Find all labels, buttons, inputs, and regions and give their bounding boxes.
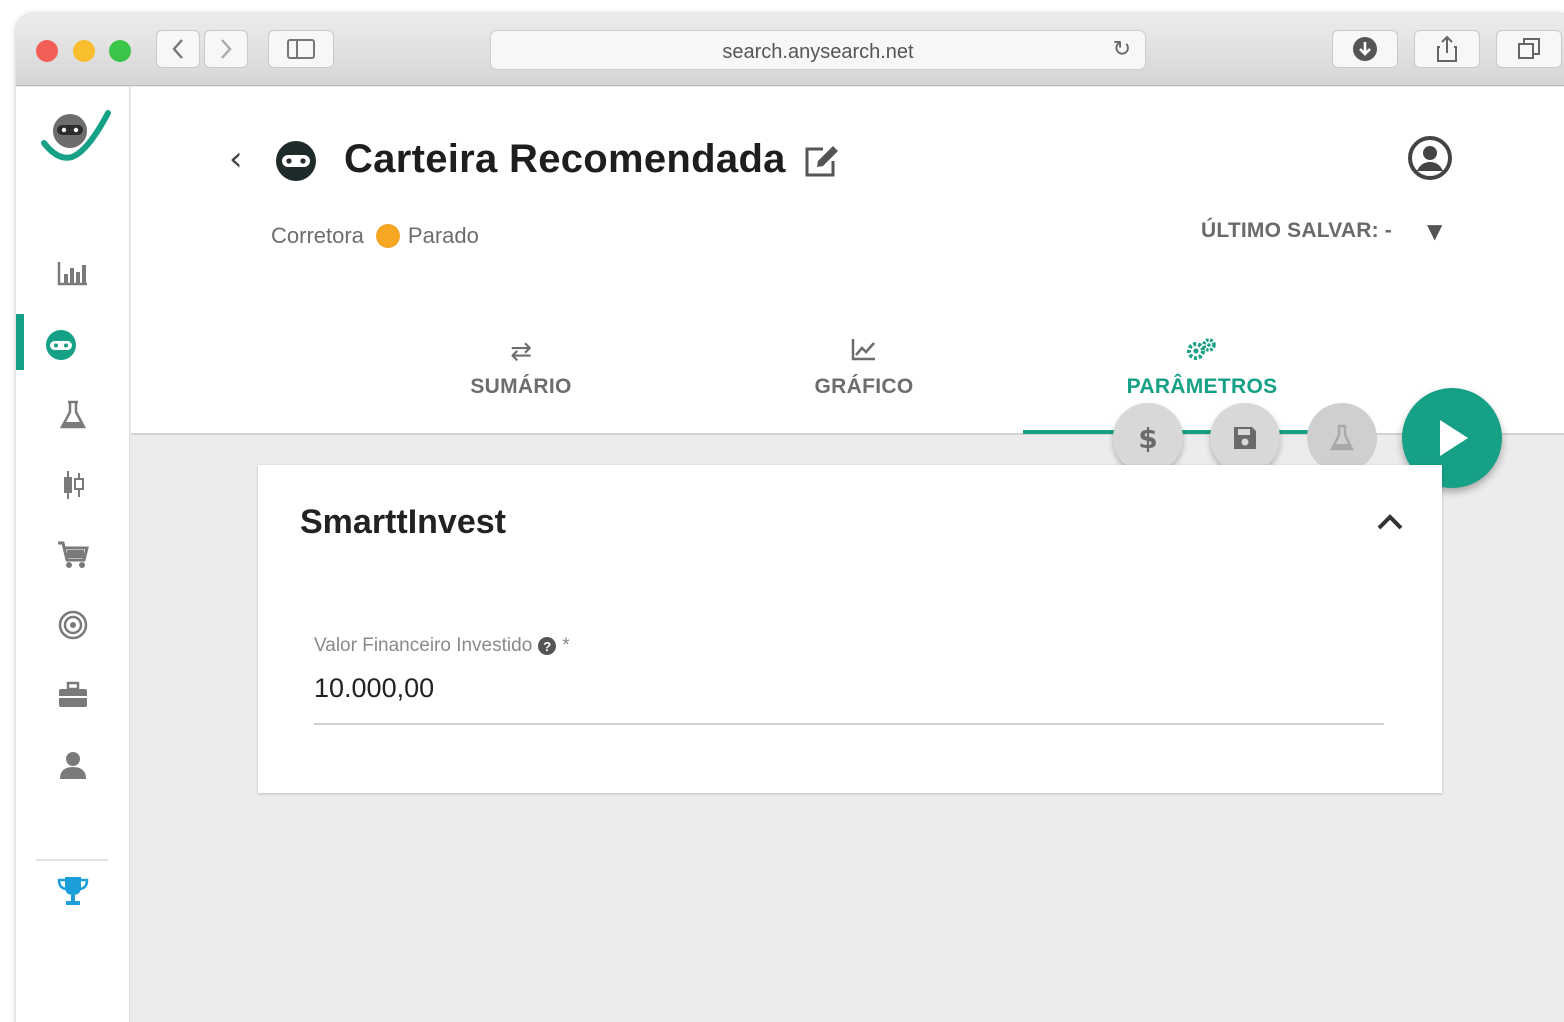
app-sidebar [16, 87, 130, 1022]
maximize-window-button[interactable] [109, 40, 131, 62]
flask-icon [59, 400, 87, 429]
back-chevron-icon[interactable]: ‹ [229, 139, 243, 179]
last-save-label[interactable]: ÚLTIMO SALVAR: - [1201, 219, 1392, 243]
broker-label: Corretora [271, 223, 364, 248]
field-label-text: Valor Financeiro Investido [314, 635, 533, 656]
required-mark: * [562, 635, 570, 656]
download-icon [1353, 37, 1377, 61]
dollar-button[interactable]: $ [1113, 403, 1183, 473]
invested-amount-input[interactable]: 10.000,00 [314, 673, 434, 704]
tab-label: PARÂMETROS [1126, 375, 1278, 398]
forward-button[interactable] [204, 30, 248, 68]
robot-icon [46, 330, 76, 360]
browser-window: search.anysearch.net ↻ ‹ Carteira Recome… [16, 14, 1564, 1022]
sidebar-item-ranking[interactable] [46, 869, 100, 913]
status-text: Parado [407, 223, 479, 248]
save-icon [1234, 427, 1256, 449]
tabs-button[interactable] [1496, 30, 1562, 68]
backtest-button[interactable] [1307, 403, 1377, 473]
trophy-icon [57, 877, 89, 905]
sidebar-active-indicator [16, 314, 24, 370]
page-header: ‹ Carteira Recomendada Corretora Parado … [131, 87, 1564, 435]
app-logo[interactable] [40, 105, 114, 171]
share-button[interactable] [1414, 30, 1480, 68]
card-title: SmarttInvest [300, 503, 506, 541]
tab-grafico[interactable]: GRÁFICO [799, 337, 929, 399]
account-icon[interactable] [1407, 135, 1453, 181]
browser-titlebar: search.anysearch.net ↻ [16, 14, 1564, 86]
swap-icon: ⇄ [510, 337, 532, 367]
url-text: search.anysearch.net [722, 41, 914, 63]
sidebar-item-goals[interactable] [46, 603, 100, 647]
edit-icon[interactable] [801, 141, 841, 181]
input-underline [314, 723, 1384, 725]
sidebar-item-dashboard[interactable] [46, 251, 100, 295]
save-button[interactable] [1210, 403, 1280, 473]
sidebar-divider [36, 859, 108, 861]
tab-label: GRÁFICO [814, 375, 914, 398]
back-button[interactable] [156, 30, 200, 68]
target-icon [58, 610, 88, 640]
sidebar-item-robots[interactable] [34, 323, 88, 367]
minimize-window-button[interactable] [73, 40, 95, 62]
gears-icon [1117, 337, 1287, 369]
status-dot [375, 224, 400, 248]
flask-icon [1330, 424, 1354, 451]
cart-icon [58, 541, 89, 568]
tab-parametros[interactable]: PARÂMETROS [1117, 337, 1287, 399]
briefcase-icon [59, 681, 87, 707]
parameters-card: SmarttInvest Valor Financeiro Investido … [258, 465, 1442, 793]
status-row: Corretora Parado [271, 223, 479, 249]
user-icon [60, 752, 86, 779]
reload-icon[interactable]: ↻ [1113, 37, 1131, 62]
sidebar-item-portfolio[interactable] [46, 673, 100, 717]
share-icon [1437, 35, 1457, 62]
tab-label: SUMÁRIO [470, 375, 572, 398]
tab-sumario[interactable]: ⇄ SUMÁRIO [451, 337, 591, 399]
sidebar-icon [287, 39, 315, 59]
tabs-icon [1518, 38, 1540, 59]
sidebar-toggle-button[interactable] [268, 30, 334, 68]
sidebar-item-strategies[interactable] [46, 463, 100, 507]
robot-icon [276, 141, 316, 181]
invested-amount-label: Valor Financeiro Investido ? * [314, 635, 570, 657]
chart-icon [57, 262, 87, 286]
close-window-button[interactable] [36, 40, 58, 62]
sidebar-item-store[interactable] [46, 533, 100, 577]
chevron-right-icon [221, 39, 232, 59]
address-bar[interactable]: search.anysearch.net ↻ [490, 30, 1146, 70]
page-title: Carteira Recomendada [344, 137, 786, 181]
chevron-left-icon [172, 39, 183, 59]
help-icon[interactable]: ? [538, 637, 557, 655]
download-button[interactable] [1332, 30, 1398, 68]
candlestick-icon [64, 471, 84, 499]
sidebar-item-profile[interactable] [46, 743, 100, 787]
caret-down-icon[interactable]: ▼ [1427, 219, 1442, 243]
chevron-up-icon[interactable] [1376, 505, 1404, 538]
sidebar-item-backtest[interactable] [46, 393, 100, 437]
line-chart-icon [799, 337, 929, 369]
